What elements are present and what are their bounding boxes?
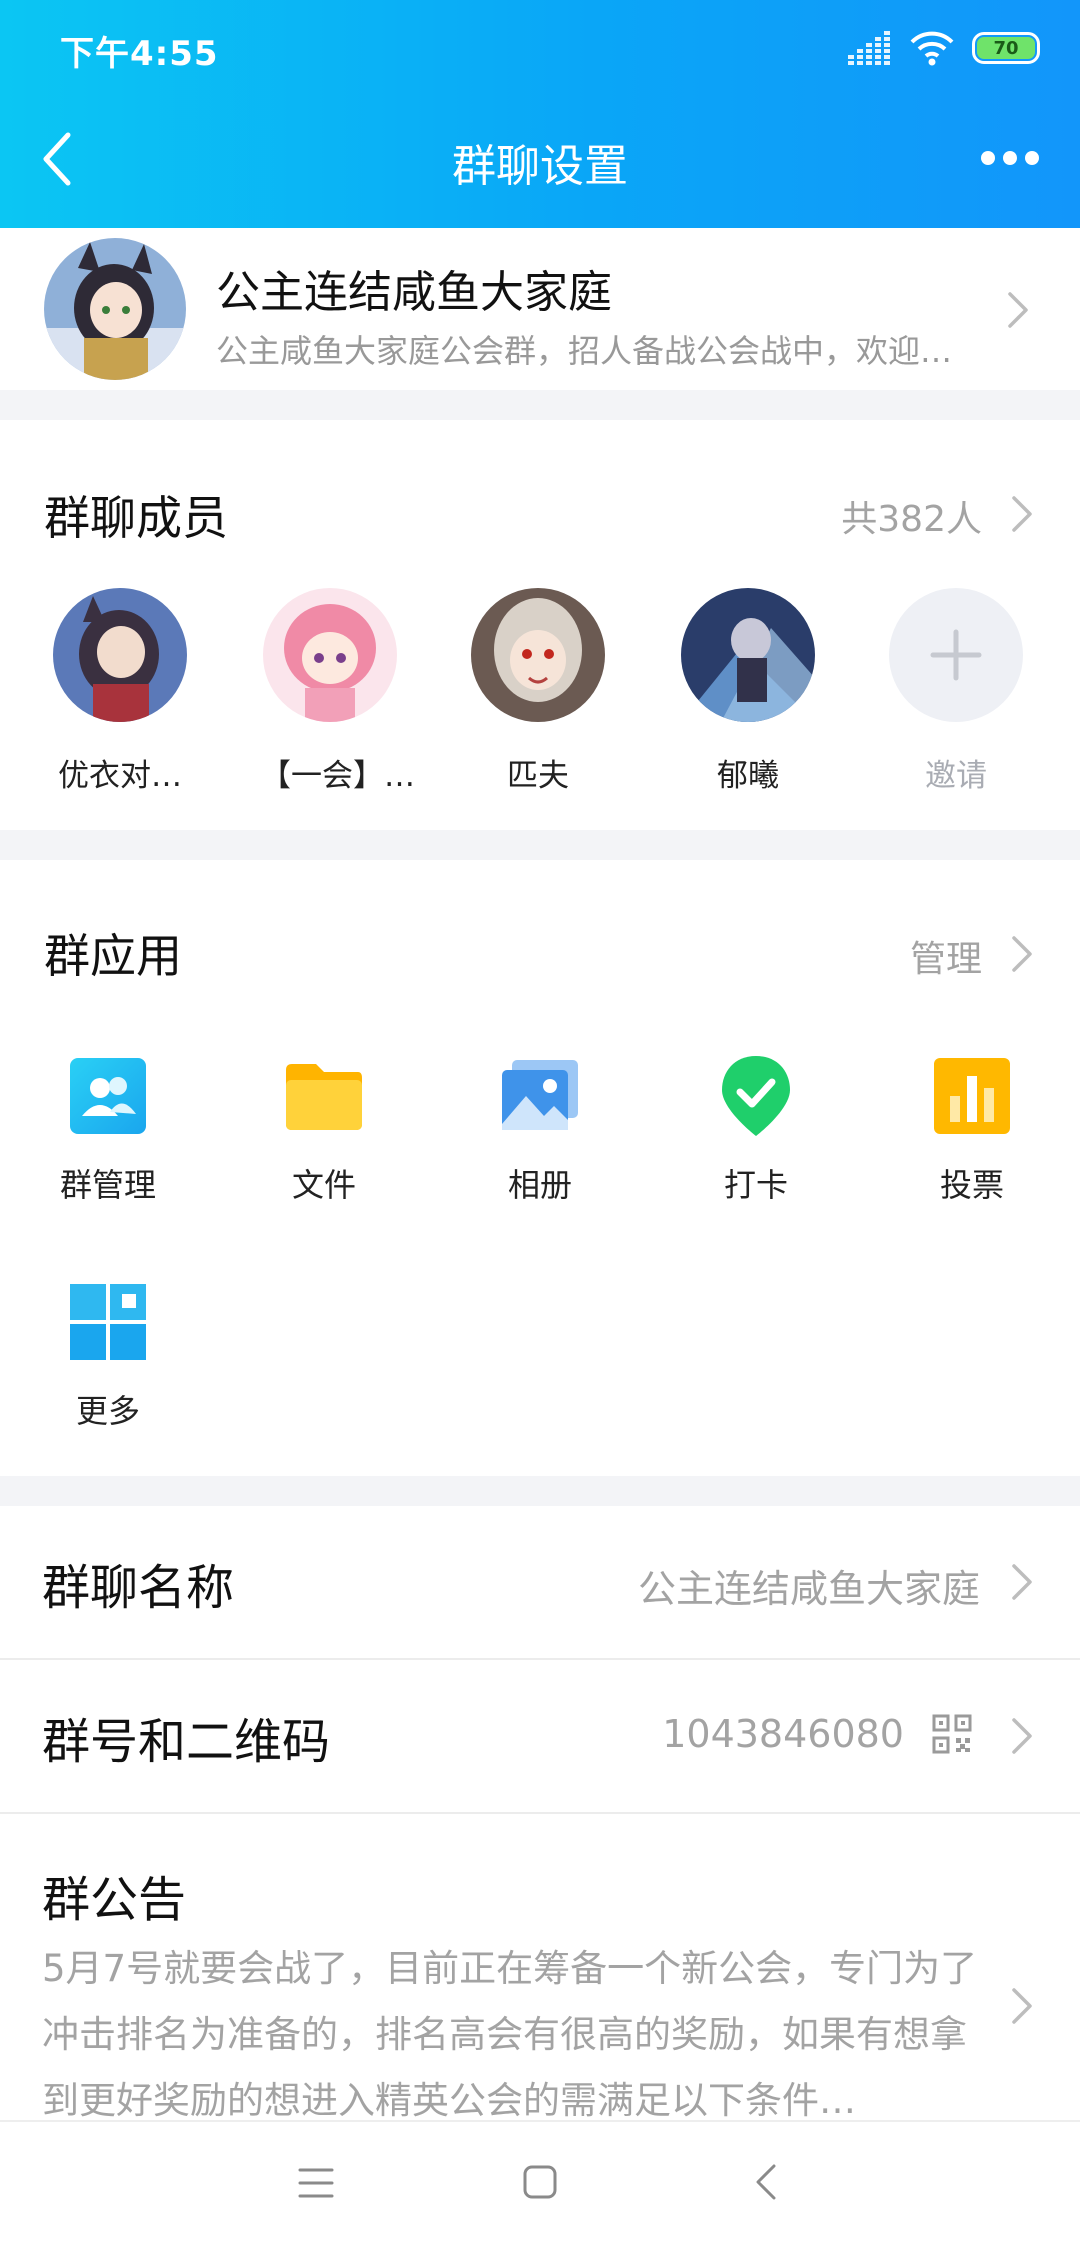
group-notice-label: 群公告 <box>42 1872 187 1928</box>
member-avatar <box>53 588 187 722</box>
member-item[interactable]: 优衣对… <box>50 588 190 795</box>
group-name-label: 群聊名称 <box>42 1560 235 1616</box>
album-icon <box>498 1054 582 1138</box>
apps-manage[interactable]: 管理 <box>910 930 982 982</box>
qr-code-icon[interactable] <box>932 1714 972 1754</box>
dot-icon <box>981 151 995 165</box>
status-time: 下午4:55 <box>60 34 219 74</box>
home-icon[interactable] <box>522 2164 558 2200</box>
invite-label: 邀请 <box>925 758 987 794</box>
group-info-card[interactable]: 公主连结咸鱼大家庭 公主咸鱼大家庭公会群，招人备战公会战中，欢迎… <box>0 228 1080 390</box>
app-more[interactable]: 更多 <box>28 1280 188 1432</box>
battery-indicator: 70 <box>972 32 1040 64</box>
member-avatar <box>681 588 815 722</box>
member-avatar <box>471 588 605 722</box>
app-album[interactable]: 相册 <box>460 1054 620 1206</box>
member-avatar <box>263 588 397 722</box>
app-label: 文件 <box>291 1166 356 1204</box>
chevron-right-icon[interactable] <box>1010 934 1034 974</box>
group-number-label: 群号和二维码 <box>42 1714 331 1770</box>
chevron-right-icon[interactable] <box>1010 494 1034 534</box>
group-avatar[interactable] <box>44 238 186 380</box>
group-name-row[interactable]: 群聊名称 公主连结咸鱼大家庭 <box>0 1506 1080 1658</box>
chevron-right-icon <box>1008 292 1028 328</box>
checkin-icon <box>714 1054 798 1138</box>
member-name: 优衣对… <box>58 758 182 794</box>
wifi-icon <box>910 31 954 66</box>
member-name: 匹夫 <box>507 758 569 794</box>
member-item[interactable]: 郁曦 <box>678 588 818 795</box>
menu-icon[interactable] <box>298 2166 334 2200</box>
app-group-manage[interactable]: 群管理 <box>28 1054 188 1206</box>
vote-icon <box>930 1054 1014 1138</box>
group-number-value: 1043846080 <box>662 1712 904 1756</box>
app-vote[interactable]: 投票 <box>892 1054 1052 1206</box>
apps-title: 群应用 <box>44 929 182 983</box>
member-name: 郁曦 <box>717 758 779 794</box>
chevron-right-icon <box>1012 1564 1032 1600</box>
member-item[interactable]: 【一会】… <box>260 588 415 795</box>
chevron-right-icon <box>1012 1718 1032 1754</box>
app-label: 群管理 <box>59 1166 156 1204</box>
signal-icon <box>848 31 890 65</box>
more-apps-icon <box>66 1280 150 1364</box>
app-label: 打卡 <box>723 1166 788 1204</box>
group-number-row[interactable]: 群号和二维码 1043846080 <box>0 1660 1080 1812</box>
app-label: 投票 <box>939 1166 1004 1204</box>
dot-icon <box>1025 151 1039 165</box>
app-files[interactable]: 文件 <box>244 1054 404 1206</box>
members-title: 群聊成员 <box>44 491 228 545</box>
dot-icon <box>1003 151 1017 165</box>
group-notice-text: 5月7号就要会战了，目前正在筹备一个新公会，专门为了冲击排名为准备的，排名高会有… <box>42 1947 978 2122</box>
members-count[interactable]: 共382人 <box>841 490 982 542</box>
group-description: 公主咸鱼大家庭公会群，招人备战公会战中，欢迎… <box>216 332 953 370</box>
add-member-icon <box>889 588 1023 722</box>
invite-member-button[interactable]: 邀请 <box>886 588 1026 795</box>
status-icons: 70 <box>848 26 1040 70</box>
header-bar: 下午4:55 70 群聊设置 <box>0 0 1080 228</box>
system-nav-bar <box>0 2120 1080 2248</box>
member-name: 【一会】… <box>260 758 415 794</box>
member-item[interactable]: 匹夫 <box>468 588 608 795</box>
battery-level: 70 <box>977 37 1035 59</box>
app-label: 更多 <box>75 1392 140 1430</box>
app-checkin[interactable]: 打卡 <box>676 1054 836 1206</box>
app-label: 相册 <box>507 1166 572 1204</box>
group-name: 公主连结咸鱼大家庭 <box>216 267 612 318</box>
folder-icon <box>282 1054 366 1138</box>
page-title: 群聊设置 <box>452 141 628 192</box>
group-manage-icon <box>66 1054 150 1138</box>
group-name-value: 公主连结咸鱼大家庭 <box>637 1567 980 1611</box>
nav-back-icon[interactable] <box>754 2162 778 2202</box>
chevron-right-icon <box>1012 1988 1032 2024</box>
more-options-button[interactable] <box>970 140 1050 176</box>
